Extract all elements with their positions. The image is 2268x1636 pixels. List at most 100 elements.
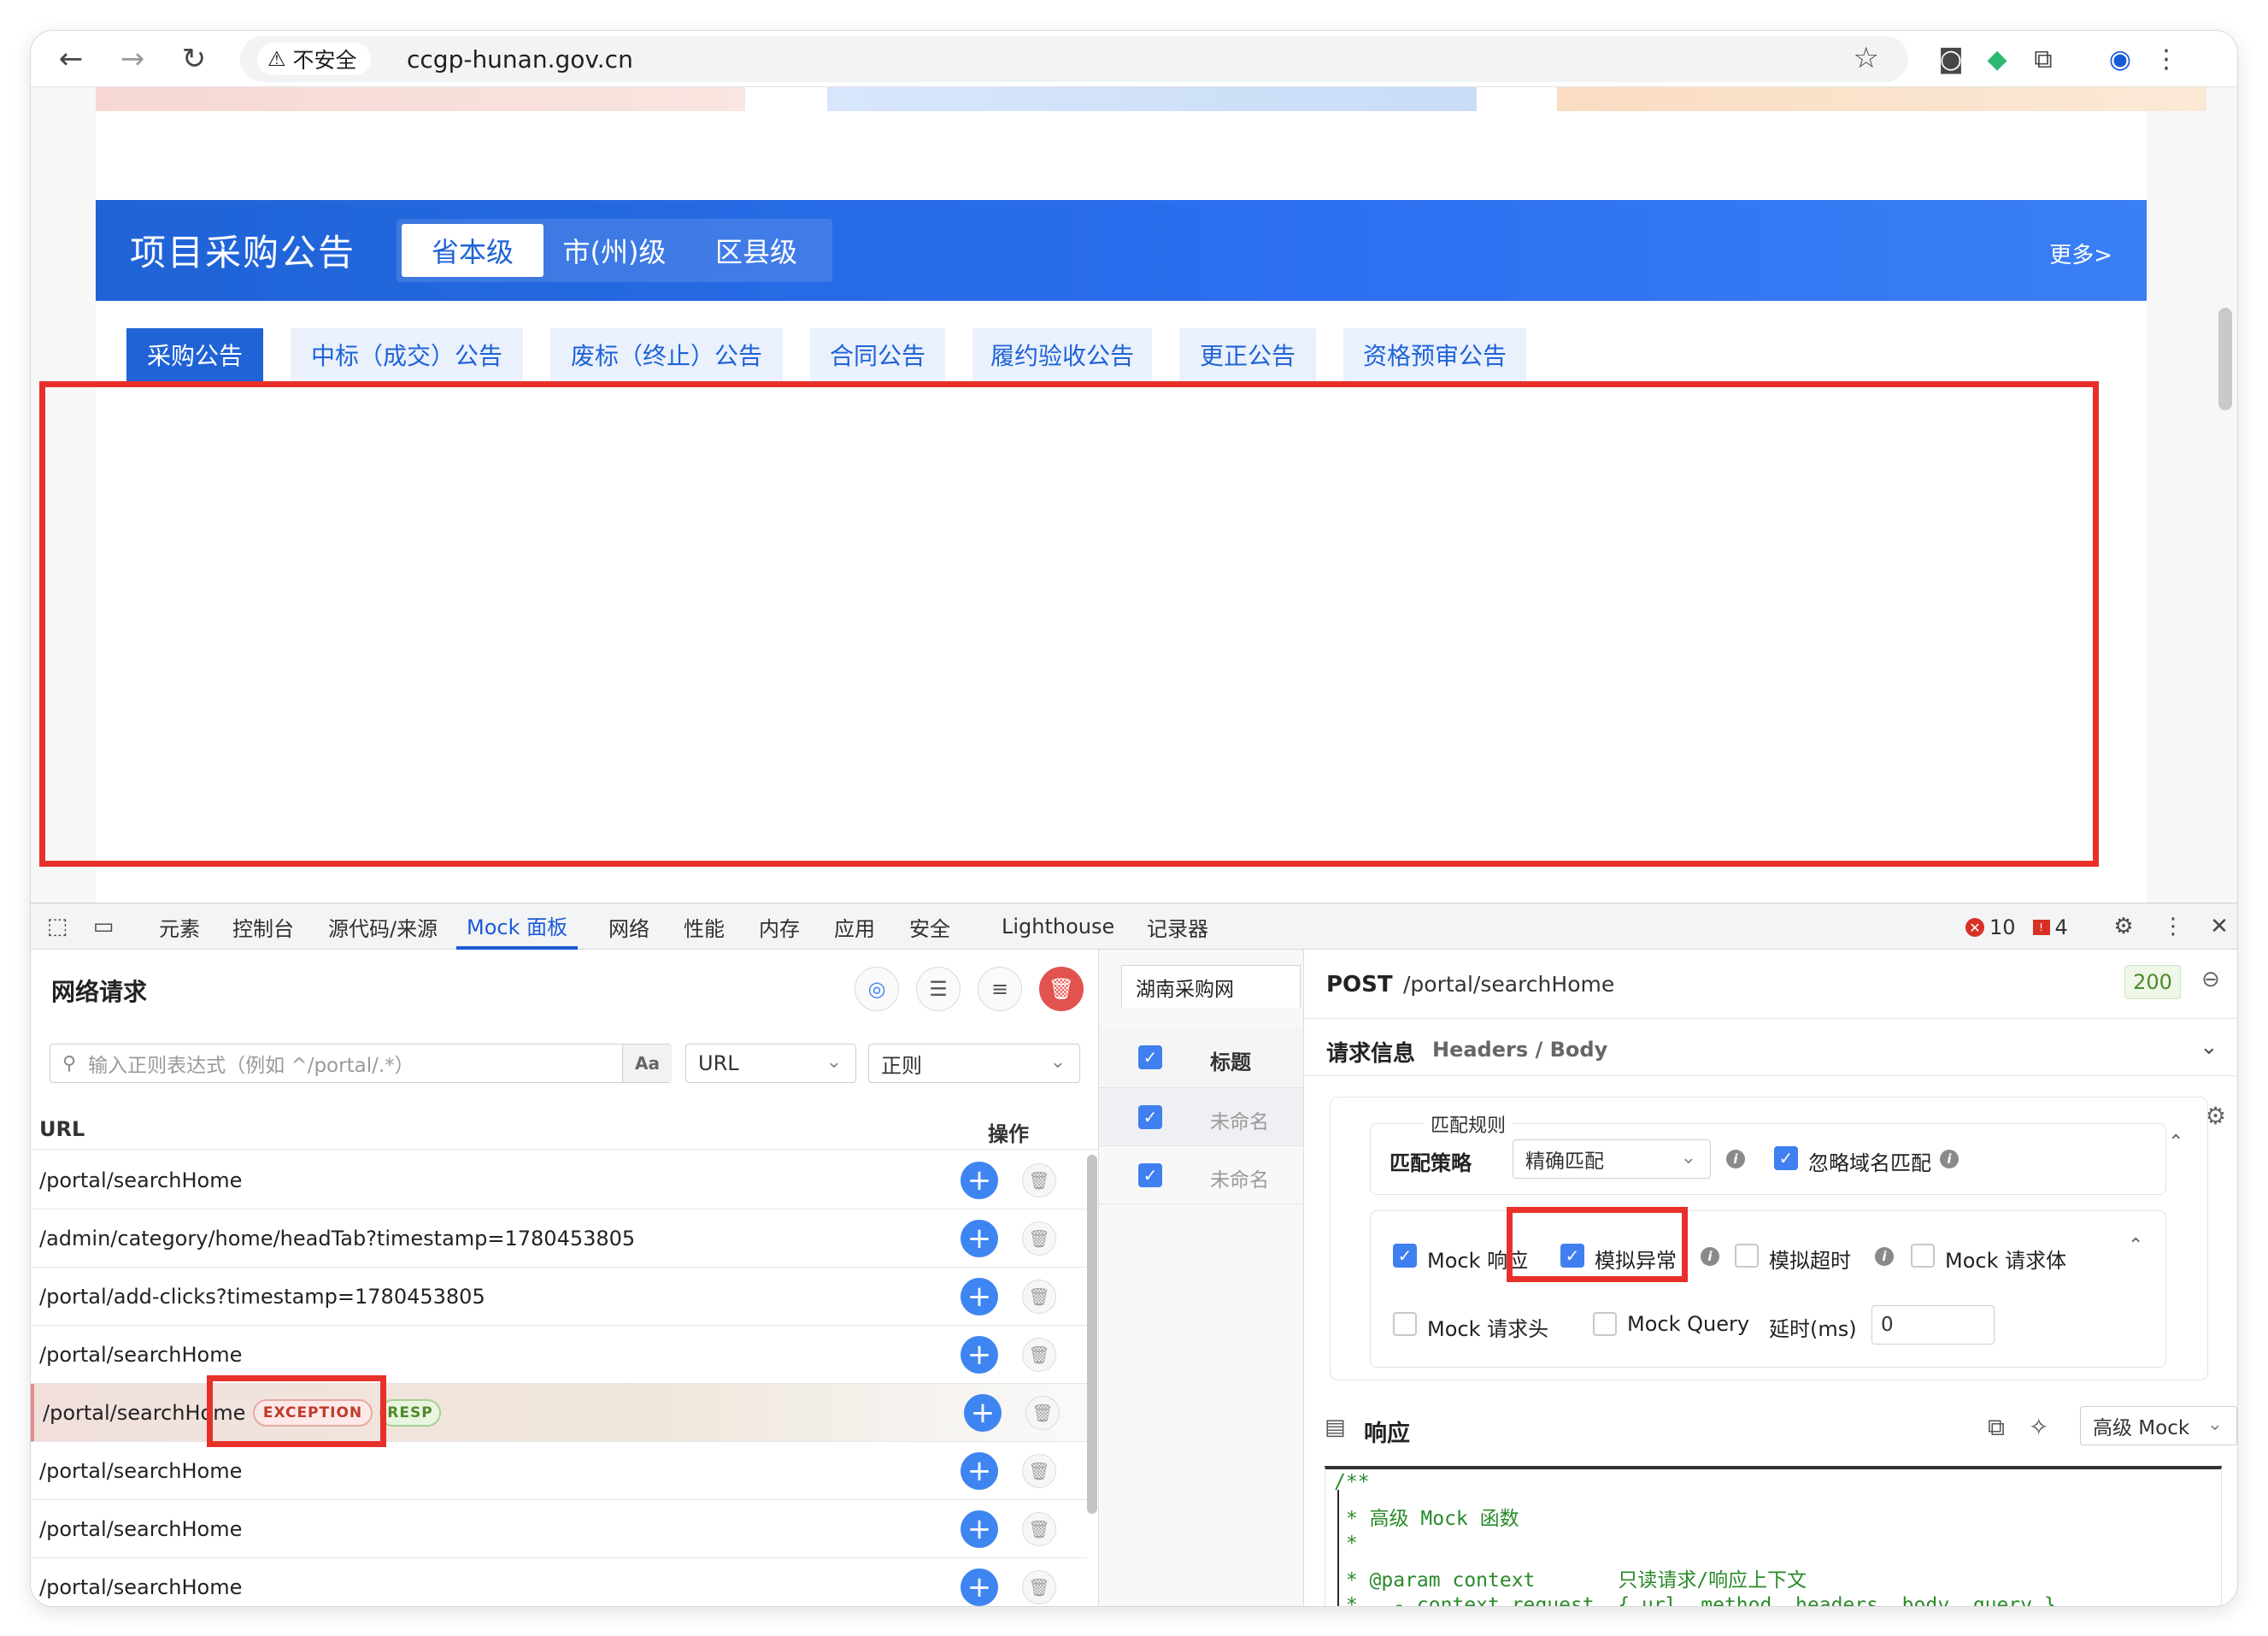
- reload-icon[interactable]: ↻: [174, 39, 214, 79]
- collapse-icon[interactable]: ⌃: [2128, 1235, 2143, 1256]
- add-mock-button[interactable]: +: [961, 1278, 998, 1315]
- tab-contract[interactable]: 合同公告: [810, 328, 945, 381]
- delete-icon[interactable]: 🗑: [1022, 1454, 1056, 1488]
- devtools-tab-performance[interactable]: 性能: [684, 903, 725, 950]
- back-icon[interactable]: ←: [51, 39, 91, 79]
- tab-prequalification[interactable]: 资格预审公告: [1343, 328, 1526, 381]
- case-sensitive-toggle[interactable]: Aa: [622, 1045, 672, 1082]
- requests-scrollbar[interactable]: [1087, 1155, 1097, 1514]
- table-row[interactable]: /portal/searchHome + 🗑: [31, 1151, 1087, 1209]
- ignore-domain-checkbox[interactable]: ✓: [1774, 1146, 1798, 1170]
- row-checkbox[interactable]: ✓: [1138, 1163, 1162, 1187]
- delete-icon[interactable]: 🗑: [1025, 1396, 1060, 1430]
- mock-query-checkbox[interactable]: ✓: [1593, 1312, 1617, 1336]
- select-all-checkbox[interactable]: ✓: [1138, 1045, 1162, 1069]
- mock-rule-row[interactable]: ✓ 未命名: [1099, 1146, 1303, 1204]
- add-mock-button[interactable]: +: [964, 1394, 1002, 1432]
- add-mock-button[interactable]: +: [961, 1162, 998, 1199]
- banner-image-1[interactable]: [96, 87, 745, 111]
- table-row[interactable]: /portal/searchHome + 🗑: [31, 1442, 1087, 1500]
- devtools-tab-network[interactable]: 网络: [608, 903, 649, 950]
- info-icon[interactable]: i: [1701, 1247, 1719, 1266]
- mock-body-checkbox[interactable]: ✓: [1911, 1244, 1935, 1268]
- info-icon[interactable]: i: [1940, 1150, 1959, 1168]
- delete-icon[interactable]: 🗑: [1022, 1338, 1056, 1372]
- devtools-tab-mock[interactable]: Mock 面板: [456, 903, 579, 950]
- address-bar[interactable]: ⚠ 不安全 ccgp-hunan.gov.cn ☆: [240, 36, 1908, 82]
- tab-correction[interactable]: 更正公告: [1179, 328, 1316, 381]
- add-mock-button[interactable]: +: [961, 1452, 998, 1490]
- record-icon[interactable]: ◎: [855, 967, 899, 1011]
- page-scrollbar[interactable]: [2218, 308, 2232, 410]
- clear-trash-icon[interactable]: 🗑: [1039, 967, 1084, 1011]
- mock-response-checkbox[interactable]: ✓: [1393, 1244, 1417, 1268]
- devtools-tab-console[interactable]: 控制台: [232, 903, 294, 950]
- match-field-select[interactable]: URL ⌄: [685, 1044, 856, 1083]
- list-view-icon[interactable]: ≡: [978, 967, 1022, 1011]
- advanced-mock-select[interactable]: 高级 Mock ⌄: [2080, 1406, 2237, 1445]
- devtools-tab-elements[interactable]: 元素: [159, 903, 200, 950]
- extensions-puzzle-icon[interactable]: ⧉: [2027, 43, 2059, 75]
- table-row[interactable]: /portal/add-clicks?timestamp=1780453805 +…: [31, 1268, 1087, 1326]
- delay-input[interactable]: 0: [1871, 1305, 1995, 1345]
- delete-icon[interactable]: 🗑: [1022, 1512, 1056, 1546]
- table-row[interactable]: /portal/searchHome + 🗑: [31, 1558, 1087, 1606]
- delete-icon[interactable]: 🗑: [1022, 1221, 1056, 1256]
- link-icon[interactable]: ⊖: [2201, 967, 2220, 992]
- match-strategy-select[interactable]: 精确匹配 ⌄: [1513, 1139, 1711, 1179]
- extension-cube-icon[interactable]: ◆: [1981, 43, 2013, 75]
- chevron-down-icon[interactable]: ⌄: [2200, 1034, 2218, 1060]
- banner-image-3[interactable]: [1557, 87, 2206, 111]
- delete-icon[interactable]: 🗑: [1022, 1570, 1056, 1604]
- table-row[interactable]: /portal/searchHome + 🗑: [31, 1500, 1087, 1558]
- add-mock-button[interactable]: +: [961, 1568, 998, 1606]
- collapse-icon[interactable]: ⌃: [2168, 1132, 2183, 1153]
- copy-icon[interactable]: ⧉: [1988, 1413, 2005, 1442]
- mock-rule-row[interactable]: ✓ 未命名: [1099, 1088, 1303, 1146]
- banner-image-2[interactable]: [827, 87, 1477, 111]
- magic-sparkle-icon[interactable]: ✧: [2029, 1413, 2048, 1441]
- extension-mask-icon[interactable]: ◙: [1935, 43, 1967, 75]
- add-mock-button[interactable]: +: [961, 1220, 998, 1257]
- settings-gear-icon[interactable]: ⚙: [2109, 912, 2138, 941]
- devtools-tab-lighthouse[interactable]: Lighthouse: [1002, 903, 1114, 950]
- add-mock-button[interactable]: +: [961, 1510, 998, 1548]
- devtools-tab-recorder[interactable]: 记录器: [1147, 903, 1208, 950]
- inspect-element-icon[interactable]: ⬚: [43, 912, 72, 941]
- mock-code-editor[interactable]: /** * 高级 Mock 函数 * * @param context 只读请求…: [1325, 1466, 2222, 1606]
- add-mock-button[interactable]: +: [961, 1336, 998, 1374]
- row-checkbox[interactable]: ✓: [1138, 1105, 1162, 1129]
- error-counter[interactable]: ✕ 10 ! 4: [1965, 915, 2068, 939]
- delete-icon[interactable]: 🗑: [1022, 1163, 1056, 1198]
- level-tab-county[interactable]: 区县级: [685, 224, 827, 277]
- table-row[interactable]: /portal/searchHome + 🗑: [31, 1326, 1087, 1384]
- regex-search-input[interactable]: ⚲ 输入正则表达式（例如 ^/portal/.*）: [50, 1044, 672, 1083]
- menu-kebab-icon[interactable]: ⋮: [2150, 43, 2183, 75]
- device-toolbar-icon[interactable]: ▭: [89, 912, 118, 941]
- simulate-timeout-checkbox[interactable]: ✓: [1735, 1244, 1759, 1268]
- security-chip[interactable]: ⚠ 不安全: [257, 43, 371, 75]
- table-row-selected[interactable]: /portal/searchHome EXCEPTION RESP + 🗑: [31, 1384, 1087, 1442]
- devtools-tab-sources[interactable]: 源代码/来源: [328, 903, 438, 950]
- tab-acceptance[interactable]: 履约验收公告: [972, 328, 1152, 381]
- level-tab-province[interactable]: 省本级: [402, 224, 543, 277]
- delete-icon[interactable]: 🗑: [1022, 1280, 1056, 1314]
- devtools-tab-application[interactable]: 应用: [834, 903, 875, 950]
- group-tab[interactable]: 湖南采购网: [1121, 965, 1301, 1008]
- filter-settings-icon[interactable]: ☰: [916, 967, 961, 1011]
- bookmark-star-icon[interactable]: ☆: [1854, 41, 1879, 75]
- devtools-tab-memory[interactable]: 内存: [759, 903, 800, 950]
- profile-avatar-icon[interactable]: ◉: [2104, 43, 2136, 75]
- info-icon[interactable]: i: [1726, 1150, 1745, 1168]
- close-devtools-icon[interactable]: ✕: [2205, 912, 2234, 941]
- level-tab-city[interactable]: 市(州)级: [543, 224, 685, 277]
- tab-procurement[interactable]: 采购公告: [126, 328, 263, 381]
- info-icon[interactable]: i: [1875, 1247, 1894, 1266]
- tab-award[interactable]: 中标（成交）公告: [291, 328, 523, 381]
- match-mode-select[interactable]: 正则 ⌄: [868, 1044, 1080, 1083]
- forward-icon[interactable]: →: [113, 39, 152, 79]
- request-info-section[interactable]: 请求信息 Headers / Body ⌄: [1304, 1018, 2237, 1076]
- mock-headers-checkbox[interactable]: ✓: [1393, 1312, 1417, 1336]
- more-link[interactable]: 更多>: [2049, 238, 2112, 269]
- table-row[interactable]: /admin/category/home/headTab?timestamp=1…: [31, 1209, 1087, 1268]
